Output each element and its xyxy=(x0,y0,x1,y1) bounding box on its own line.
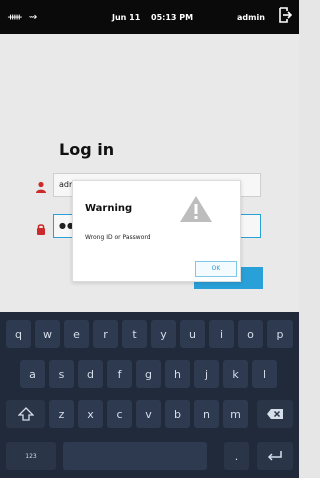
key-d[interactable]: d xyxy=(78,360,103,388)
shift-icon xyxy=(17,407,34,421)
key-h[interactable]: h xyxy=(165,360,190,388)
key-w[interactable]: w xyxy=(35,320,60,348)
key-k[interactable]: k xyxy=(223,360,248,388)
key-x[interactable]: x xyxy=(78,400,103,428)
key-p[interactable]: p xyxy=(267,320,293,348)
page-title: Log in xyxy=(59,140,115,159)
enter-key[interactable] xyxy=(257,442,293,470)
key-b[interactable]: b xyxy=(165,400,190,428)
backspace-icon xyxy=(267,409,283,419)
lock-icon xyxy=(35,220,47,235)
key-f[interactable]: f xyxy=(107,360,132,388)
key-s[interactable]: s xyxy=(49,360,74,388)
key-n[interactable]: n xyxy=(194,400,219,428)
key-l[interactable]: l xyxy=(252,360,277,388)
user-icon xyxy=(35,178,47,193)
status-date: Jun 11 xyxy=(112,13,141,22)
status-user: admin xyxy=(237,13,265,22)
key-t[interactable]: t xyxy=(122,320,147,348)
key-i[interactable]: i xyxy=(209,320,234,348)
on-screen-keyboard: q w e r t y u i o p a s d f g h j k l z … xyxy=(0,312,299,478)
key-z[interactable]: z xyxy=(49,400,74,428)
key-y[interactable]: y xyxy=(151,320,176,348)
warning-icon xyxy=(179,194,213,224)
key-r[interactable]: r xyxy=(93,320,118,348)
key-o[interactable]: o xyxy=(238,320,263,348)
key-u[interactable]: u xyxy=(180,320,205,348)
key-g[interactable]: g xyxy=(136,360,161,388)
key-e[interactable]: e xyxy=(64,320,89,348)
status-bar: ᚔ ⇝ Jun 11 05:13 PM admin xyxy=(0,0,299,34)
dialog-message: Wrong ID or Password xyxy=(85,234,151,241)
key-v[interactable]: v xyxy=(136,400,161,428)
status-icons: ᚔ ⇝ xyxy=(8,12,40,23)
warning-dialog: Warning Wrong ID or Password OK xyxy=(72,180,241,282)
numbers-key[interactable]: 123 xyxy=(6,442,56,470)
shift-key[interactable] xyxy=(6,400,45,428)
ok-button[interactable]: OK xyxy=(195,261,237,277)
key-m[interactable]: m xyxy=(223,400,248,428)
status-time: 05:13 PM xyxy=(151,13,194,22)
period-key[interactable]: . xyxy=(224,442,249,470)
dialog-title: Warning xyxy=(85,203,133,214)
space-key[interactable] xyxy=(63,442,207,470)
backspace-key[interactable] xyxy=(257,400,293,428)
key-c[interactable]: c xyxy=(107,400,132,428)
key-q[interactable]: q xyxy=(6,320,31,348)
enter-icon xyxy=(267,451,282,461)
logout-icon[interactable] xyxy=(278,7,293,23)
key-j[interactable]: j xyxy=(194,360,219,388)
key-a[interactable]: a xyxy=(20,360,45,388)
